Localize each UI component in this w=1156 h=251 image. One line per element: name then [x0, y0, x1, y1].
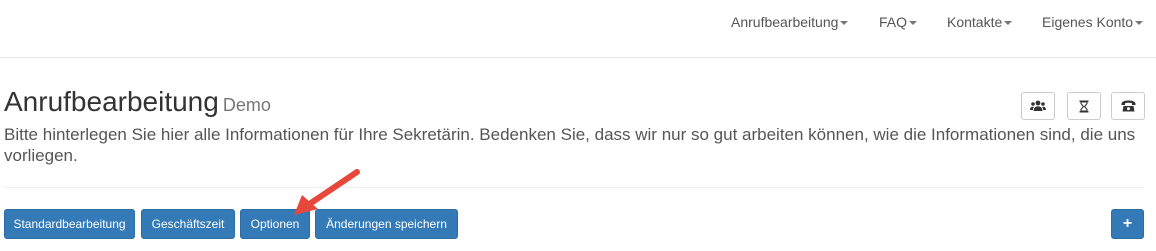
- phone-icon: [1121, 100, 1135, 112]
- nav-label: FAQ: [879, 14, 908, 30]
- page-title-row: Anrufbearbeitung Demo: [4, 86, 271, 118]
- divider: [4, 187, 1144, 188]
- nav-label: Anrufbearbeitung: [731, 14, 839, 30]
- hourglass-button[interactable]: [1067, 92, 1101, 120]
- users-button[interactable]: [1021, 92, 1055, 120]
- caret-down-icon: [1135, 21, 1144, 26]
- page-subtitle: Demo: [222, 95, 271, 115]
- caret-down-icon: [840, 21, 849, 26]
- hourglass-icon: [1079, 100, 1089, 112]
- users-icon: [1030, 100, 1046, 111]
- caret-down-icon: [909, 21, 918, 26]
- nav-label: Kontakte: [947, 14, 1003, 30]
- nav-label: Eigenes Konto: [1042, 14, 1134, 30]
- save-changes-button[interactable]: Änderungen speichern: [315, 209, 458, 239]
- phone-button[interactable]: [1111, 92, 1145, 120]
- add-button[interactable]: +: [1111, 209, 1144, 239]
- nav-menu-anrufbearbeitung[interactable]: Anrufbearbeitung: [731, 14, 849, 30]
- top-navbar: Anrufbearbeitung FAQ Kontakte Eigenes Ko…: [0, 0, 1156, 58]
- nav-menu-kontakte[interactable]: Kontakte: [947, 14, 1013, 30]
- standard-processing-button[interactable]: Standardbearbeitung: [4, 209, 135, 239]
- page-description: Bitte hinterlegen Sie hier alle Informat…: [4, 125, 1136, 165]
- options-button[interactable]: Optionen: [240, 209, 310, 239]
- nav-menu-eigenes-konto[interactable]: Eigenes Konto: [1042, 14, 1144, 30]
- nav-menu-faq[interactable]: FAQ: [879, 14, 918, 30]
- caret-down-icon: [1004, 21, 1013, 26]
- page-title: Anrufbearbeitung: [4, 86, 219, 117]
- business-hours-button[interactable]: Geschäftszeit: [141, 209, 235, 239]
